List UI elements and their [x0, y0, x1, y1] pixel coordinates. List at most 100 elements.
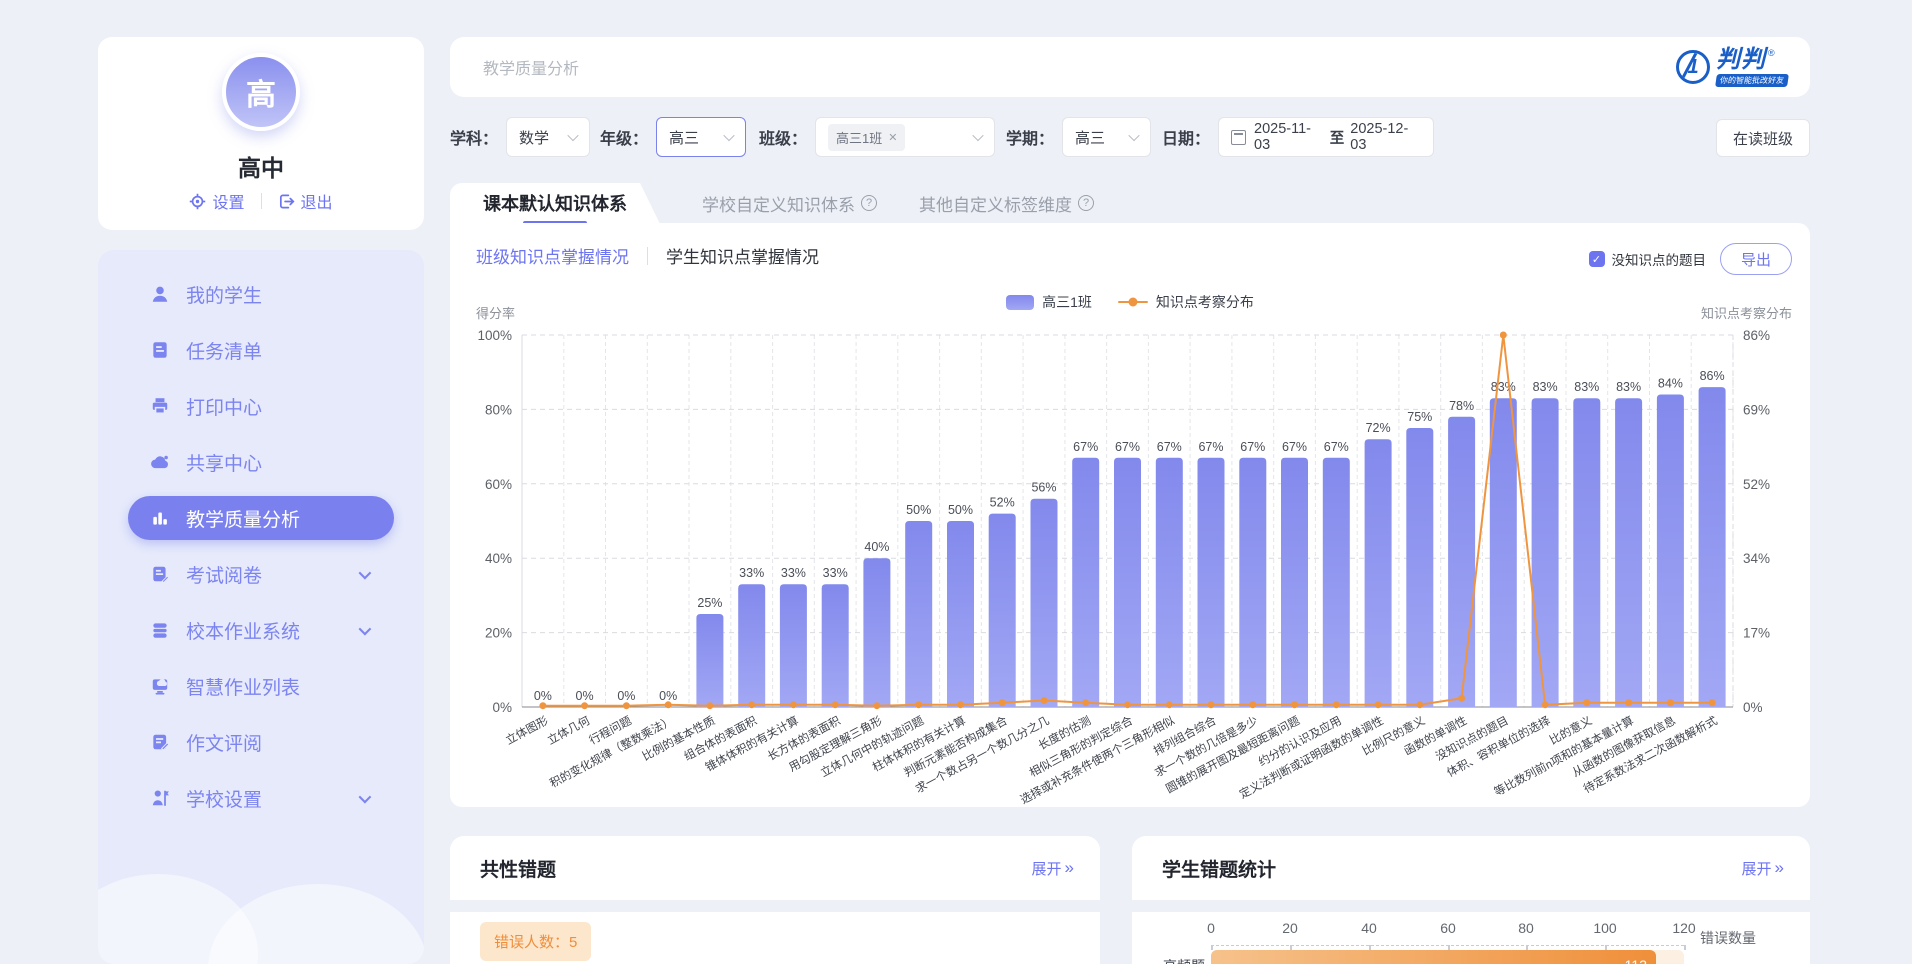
subnav-student-view[interactable]: 学生知识点掌握情况 — [666, 243, 819, 268]
bar — [1198, 458, 1225, 707]
sidebar-item-my-students[interactable]: 我的学生 — [98, 266, 424, 322]
svg-text:17%: 17% — [1743, 626, 1770, 641]
svg-text:0%: 0% — [576, 689, 594, 703]
sidebar-item-share-center[interactable]: 共享中心 — [98, 434, 424, 490]
expand-student-error-stats[interactable]: 展开 » — [1742, 858, 1784, 879]
subject-select[interactable]: 数学 — [506, 117, 590, 157]
help-icon[interactable]: ? — [861, 195, 877, 211]
line-point — [1709, 699, 1716, 706]
sidebar-item-smart-homework-list[interactable]: 智慧作业列表 — [98, 658, 424, 714]
help-icon[interactable]: ? — [1078, 195, 1094, 211]
category-label: 高频题 — [1135, 956, 1205, 964]
line-point — [1208, 701, 1215, 708]
sidebar-item-school-settings[interactable]: 学校设置 — [98, 770, 424, 826]
gear-icon — [189, 193, 206, 210]
logout-button[interactable]: 退出 — [278, 189, 333, 213]
svg-text:67%: 67% — [1324, 440, 1349, 454]
line-point — [1416, 701, 1423, 708]
svg-text:83%: 83% — [1616, 380, 1641, 394]
svg-text:84%: 84% — [1658, 377, 1683, 391]
chevron-down-icon — [359, 622, 372, 635]
line-point — [1041, 697, 1048, 704]
expand-common-wrong-questions[interactable]: 展开 » — [1032, 858, 1074, 879]
svg-text:0%: 0% — [1743, 700, 1763, 715]
sidebar-item-print-center[interactable]: 打印中心 — [98, 378, 424, 434]
line-point — [1375, 701, 1382, 708]
svg-text:69%: 69% — [1743, 402, 1770, 417]
top-header: 教学质量分析 1 判判 ® 你的智能批改好友 — [450, 37, 1810, 97]
common-wrong-questions-header: 共性错题 展开 » — [450, 836, 1100, 900]
tab-textbook-knowledge[interactable]: 课本默认知识体系 — [450, 190, 660, 216]
bar — [1490, 398, 1517, 707]
svg-text:67%: 67% — [1240, 440, 1265, 454]
bar — [1239, 458, 1266, 707]
svg-text:52%: 52% — [1743, 477, 1770, 492]
class-multiselect[interactable]: 高三1班 ✕ — [815, 117, 995, 157]
close-icon[interactable]: ✕ — [888, 131, 897, 144]
svg-text:20%: 20% — [485, 626, 512, 641]
line-point — [1166, 701, 1173, 708]
bar — [1699, 387, 1726, 707]
no-knowledge-point-checkbox[interactable]: ✓ 没知识点的题目 — [1589, 249, 1707, 269]
bar — [905, 521, 932, 707]
svg-text:0%: 0% — [617, 689, 635, 703]
line-point — [1542, 701, 1549, 708]
line-point — [999, 699, 1006, 706]
x-tick: 20 — [1282, 920, 1298, 936]
calendar-icon — [1231, 130, 1246, 145]
line-point — [1583, 699, 1590, 706]
date-label: 日期： — [1162, 125, 1210, 149]
export-button[interactable]: 导出 — [1720, 243, 1792, 275]
grade-select[interactable]: 高三 — [656, 117, 746, 157]
sidebar-item-task-list[interactable]: 任务清单 — [98, 322, 424, 378]
sidebar-item-label: 作文评阅 — [186, 729, 262, 756]
date-range-picker[interactable]: 2025-11-03 至 2025-12-03 — [1218, 117, 1434, 157]
svg-text:86%: 86% — [1700, 369, 1725, 383]
bar — [1448, 417, 1475, 707]
semester-select[interactable]: 高三 — [1062, 117, 1151, 157]
settings-button[interactable]: 设置 — [189, 189, 244, 213]
sidebar-item-school-homework-system[interactable]: 校本作业系统 — [98, 602, 424, 658]
chevron-down-icon — [359, 566, 372, 579]
bar — [822, 584, 849, 707]
bar — [1323, 458, 1350, 707]
line-point — [832, 701, 839, 708]
sidebar-item-label: 校本作业系统 — [186, 617, 300, 644]
chart-controls: ✓ 没知识点的题目 导出 — [1570, 243, 1792, 275]
bar — [1072, 458, 1099, 707]
bar — [780, 584, 807, 707]
subject-label: 学科： — [450, 125, 498, 149]
bar — [1406, 428, 1433, 707]
svg-text:0%: 0% — [492, 700, 512, 715]
user-icon — [150, 284, 170, 304]
class-tag: 高三1班 ✕ — [828, 124, 905, 151]
svg-text:67%: 67% — [1157, 440, 1182, 454]
tabs: 课本默认知识体系 学校自定义知识体系 ? 其他自定义标签维度 ? — [450, 183, 1810, 223]
books-icon — [150, 620, 170, 640]
reading-class-button[interactable]: 在读班级 — [1716, 119, 1810, 157]
tab-school-custom-knowledge[interactable]: 学校自定义知识体系 ? — [702, 191, 877, 216]
bar — [989, 514, 1016, 707]
chevron-down-icon — [1128, 130, 1139, 141]
line-point — [1500, 332, 1507, 339]
sidebar-item-exam-marking[interactable]: 考试阅卷 — [98, 546, 424, 602]
bar — [1156, 458, 1183, 707]
date-separator: 至 — [1330, 127, 1345, 148]
bar — [1532, 398, 1559, 707]
bar — [1114, 458, 1141, 707]
svg-text:33%: 33% — [823, 566, 848, 580]
subnav-class-view[interactable]: 班级知识点掌握情况 — [476, 243, 629, 268]
svg-text:56%: 56% — [1031, 481, 1056, 495]
error-bar[interactable]: 113 — [1211, 950, 1656, 964]
sidebar-item-essay-review[interactable]: 作文评阅 — [98, 714, 424, 770]
tab-other-custom-tags[interactable]: 其他自定义标签维度 ? — [919, 191, 1094, 216]
divider — [261, 193, 262, 209]
bar — [1615, 398, 1642, 707]
semester-label: 学期： — [1006, 125, 1054, 149]
double-arrow-icon: » — [1775, 858, 1784, 878]
grade-label: 年级： — [600, 125, 648, 149]
x-tick: 40 — [1361, 920, 1377, 936]
sidebar-item-teaching-quality-analysis[interactable]: 教学质量分析 — [128, 496, 394, 540]
common-wrong-questions-title: 共性错题 — [480, 855, 556, 882]
bar — [696, 614, 723, 707]
